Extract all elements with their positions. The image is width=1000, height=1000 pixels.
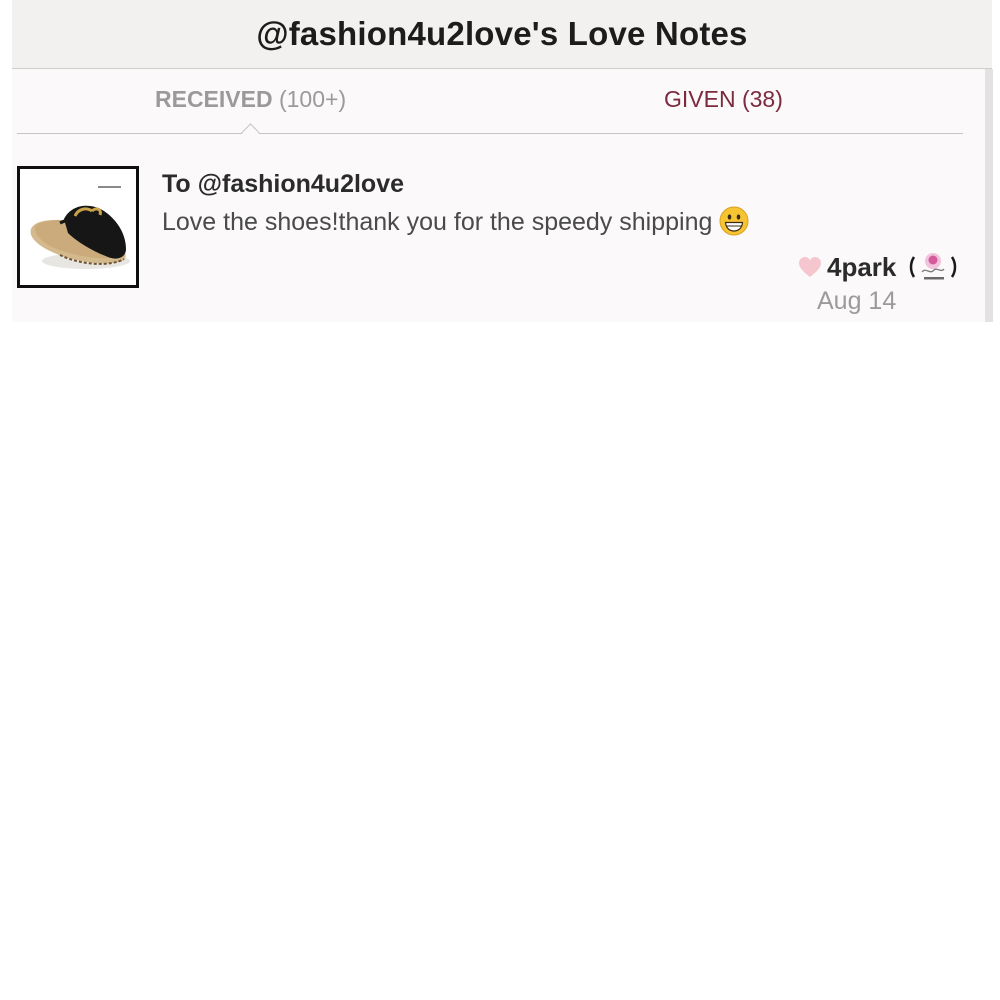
love-notes-panel: RECEIVED (100+) GIVEN (38) To @fashion4u… [12, 69, 985, 322]
active-tab-indicator [241, 123, 260, 142]
page-title: @fashion4u2love's Love Notes [256, 15, 748, 52]
note-message-text: Love the shoes!thank you for the speedy … [162, 208, 713, 236]
author-avatar[interactable] [908, 247, 958, 287]
love-notes-page: @fashion4u2love's Love Notes RECEIVED (1… [0, 0, 1000, 1000]
black-mule-shoe-image [20, 169, 136, 285]
note-author-row: 4park [798, 250, 958, 284]
note-author[interactable]: 4park [827, 252, 896, 283]
note-date: Aug 14 [817, 287, 897, 315]
scrollbar-track[interactable] [985, 69, 993, 322]
listing-thumbnail[interactable] [17, 166, 139, 288]
page-header: @fashion4u2love's Love Notes [12, 0, 992, 69]
heart-icon [799, 257, 821, 277]
tab-given[interactable]: GIVEN (38) [664, 86, 783, 113]
note-message: Love the shoes!thank you for the speedy … [162, 206, 749, 237]
tab-received-count: (100+) [278, 86, 347, 112]
tab-received-label: RECEIVED [155, 86, 273, 112]
note-recipient: To @fashion4u2love [162, 170, 405, 198]
tab-divider [17, 133, 963, 134]
grinning-face-icon [719, 206, 749, 236]
tab-received[interactable]: RECEIVED (100+) [155, 86, 346, 113]
